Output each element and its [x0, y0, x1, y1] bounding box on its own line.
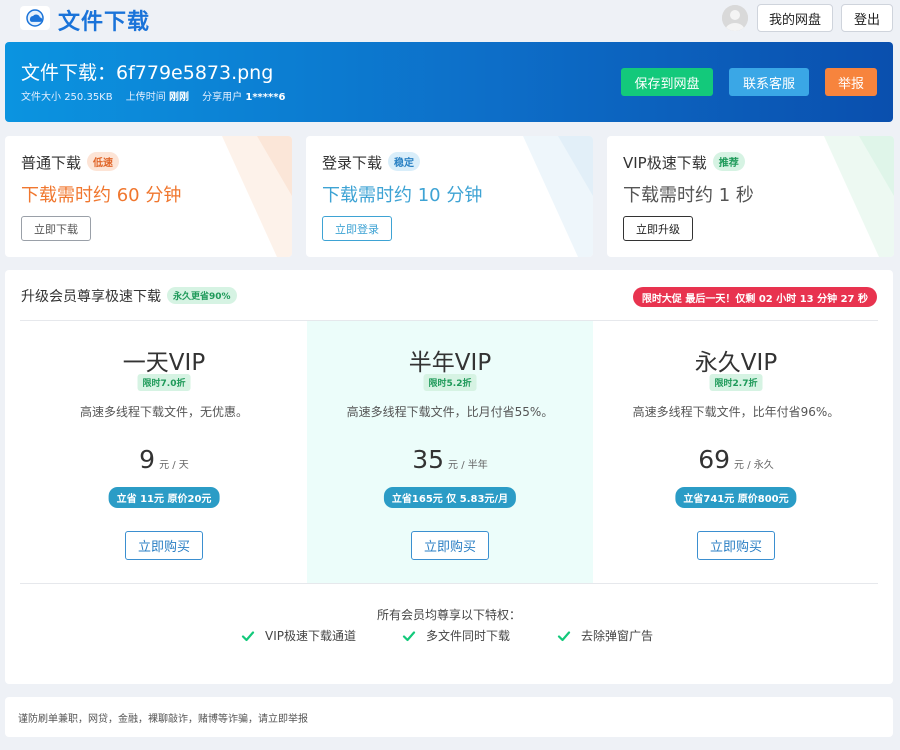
- mode-time: 下载需时约 10 分钟: [322, 185, 483, 206]
- plan-discount-badge: 限时2.7折: [709, 374, 763, 391]
- divider: [20, 583, 878, 584]
- mode-time: 下载需时约 1 秒: [623, 185, 754, 206]
- card-decoration: [523, 136, 593, 257]
- file-size-label: 文件大小: [21, 92, 61, 103]
- vip-upgrade-panel: 升级会员尊享极速下载 永久更省90% 限时大促 最后一天！仅剩 02 小时 13 …: [5, 270, 893, 684]
- share-user-label: 分享用户: [202, 92, 243, 103]
- login-download-card: 登录下载 稳定 下载需时约 10 分钟 立即登录: [306, 136, 593, 257]
- report-button[interactable]: 举报: [825, 68, 877, 96]
- benefits-title: 所有会员均尊享以下特权：: [376, 608, 521, 622]
- card-decoration: [824, 136, 894, 257]
- file-hero-banner: 文件下载：6f779e5873.png 文件大小 250.35KB 上传时间 刚…: [5, 42, 893, 122]
- buy-now-button[interactable]: 立即购买: [125, 531, 203, 560]
- plan-price: 69 元 / 永久: [698, 445, 774, 474]
- mode-name: 登录下载 稳定: [322, 152, 421, 173]
- benefit-item: VIP极速下载通道: [241, 627, 356, 644]
- fraud-notice: 谨防刷单兼职，网贷，金融，裸聊敲诈，赌博等诈骗，请立即举报: [5, 697, 893, 737]
- site-title[interactable]: 文件下载: [58, 4, 150, 36]
- mode-time: 下载需时约 60 分钟: [21, 185, 182, 206]
- user-avatar-icon[interactable]: [722, 5, 748, 31]
- login-now-button[interactable]: 立即登录: [322, 216, 392, 241]
- benefit-label: 去除弹窗广告: [581, 629, 654, 643]
- plan-description: 高速多线程下载文件，比年付省96%。: [632, 405, 840, 419]
- mode-name: 普通下载 低速: [21, 152, 120, 173]
- benefit-item: 去除弹窗广告: [557, 627, 653, 644]
- plan-saving-badge: 立省 11元 原价20元: [108, 487, 220, 508]
- plan-name: 一天VIP: [122, 350, 206, 376]
- card-decoration: [222, 136, 292, 257]
- save-to-disk-button[interactable]: 保存到网盘: [621, 68, 713, 96]
- vip-heading: 升级会员尊享极速下载 永久更省90%: [21, 286, 237, 306]
- plan-half-year[interactable]: 半年VIP 限时5.2折 高速多线程下载文件，比月付省55%。 35 元 / 半年…: [307, 321, 593, 583]
- file-meta: 文件大小 250.35KB 上传时间 刚刚 分享用户 1*****6: [21, 88, 285, 103]
- speed-tag: 推荐: [712, 152, 745, 171]
- plan-description: 高速多线程下载文件，比月付省55%。: [346, 405, 554, 419]
- check-icon: [241, 630, 255, 641]
- speed-tag: 稳定: [388, 152, 421, 171]
- buy-now-button[interactable]: 立即购买: [697, 531, 775, 560]
- save-percent-tag: 永久更省90%: [167, 287, 237, 304]
- upload-time-value: 刚刚: [168, 92, 189, 103]
- download-now-button[interactable]: 立即下载: [21, 216, 91, 241]
- upload-time-label: 上传时间: [125, 92, 166, 103]
- speed-tag: 低速: [87, 152, 120, 171]
- check-icon: [402, 630, 416, 641]
- plan-saving-badge: 立省165元 仅 5.83元/月: [383, 487, 517, 508]
- my-disk-button[interactable]: 我的网盘: [757, 4, 833, 32]
- plan-discount-badge: 限时5.2折: [423, 374, 477, 391]
- normal-download-card: 普通下载 低速 下载需时约 60 分钟 立即下载: [5, 136, 292, 257]
- promo-countdown-badge: 限时大促 最后一天！仅剩 02 小时 13 分钟 27 秒: [632, 287, 877, 307]
- plan-name: 永久VIP: [694, 350, 778, 376]
- vip-download-card: VIP极速下载 推荐 下载需时约 1 秒 立即升级: [607, 136, 894, 257]
- plan-discount-badge: 限时7.0折: [137, 374, 191, 391]
- logout-button[interactable]: 登出: [841, 4, 893, 32]
- benefit-item: 多文件同时下载: [402, 627, 510, 644]
- plan-lifetime[interactable]: 永久VIP 限时2.7折 高速多线程下载文件，比年付省96%。 69 元 / 永久…: [593, 321, 879, 583]
- upgrade-now-button[interactable]: 立即升级: [623, 216, 693, 241]
- plan-price: 9元 / 天: [139, 445, 189, 474]
- plan-saving-badge: 立省741元 原价800元: [675, 487, 797, 508]
- plan-description: 高速多线程下载文件，无优惠。: [79, 405, 248, 419]
- file-size-value: 250.35KB: [64, 92, 113, 103]
- mode-name: VIP极速下载 推荐: [623, 152, 745, 173]
- top-bar: 文件下载 我的网盘 登出: [0, 0, 900, 36]
- contact-service-button[interactable]: 联系客服: [729, 68, 809, 96]
- cloud-logo-icon[interactable]: [20, 6, 50, 30]
- benefit-label: 多文件同时下载: [426, 629, 511, 643]
- check-icon: [557, 630, 571, 641]
- notice-text: 谨防刷单兼职，网贷，金融，裸聊敲诈，赌博等诈骗，请立即举报: [18, 714, 308, 725]
- buy-now-button[interactable]: 立即购买: [411, 531, 489, 560]
- plan-price: 35 元 / 半年: [412, 445, 488, 474]
- plan-one-day[interactable]: 一天VIP 限时7.0折 高速多线程下载文件，无优惠。 9元 / 天 立省 11…: [21, 321, 307, 583]
- file-title: 文件下载：6f779e5873.png: [21, 62, 274, 84]
- share-user-value: 1*****6: [245, 92, 286, 103]
- plan-name: 半年VIP: [408, 350, 492, 376]
- benefit-label: VIP极速下载通道: [265, 629, 356, 643]
